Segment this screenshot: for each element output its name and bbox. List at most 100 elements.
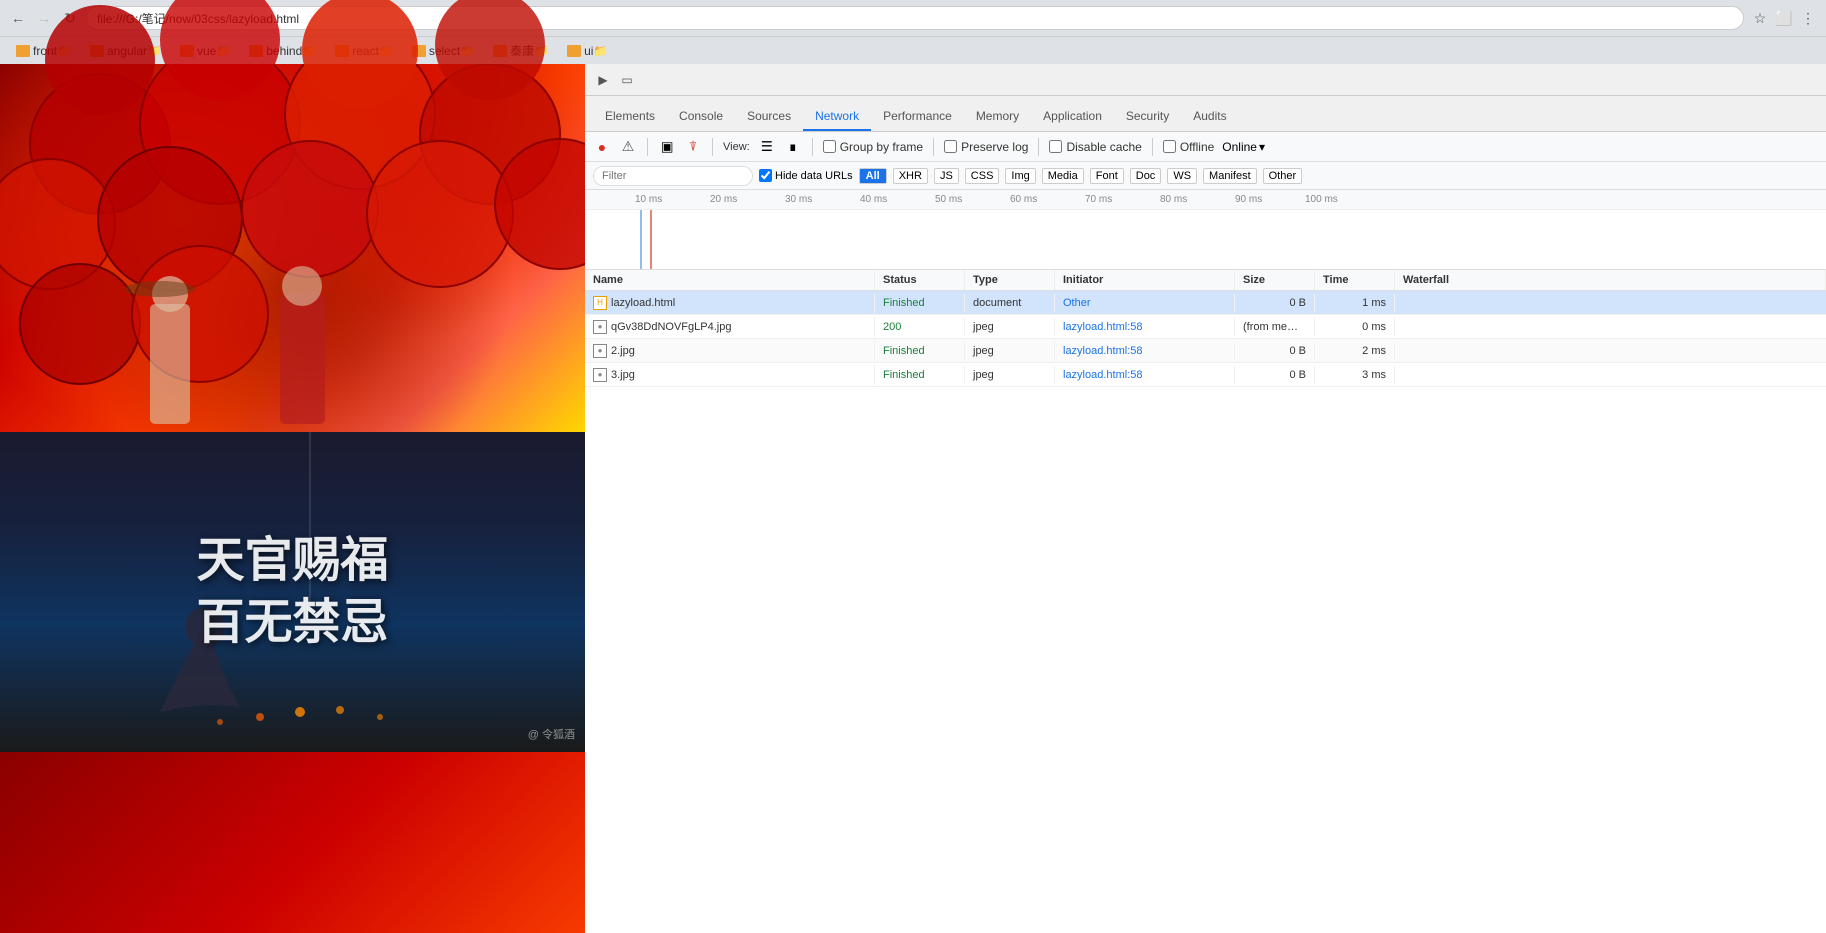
toolbar-separator-5 [1038,138,1039,156]
filter-img-button[interactable]: Img [1005,168,1035,184]
network-table: Name Status Type Initiator Size Time Wat… [585,270,1826,933]
filter-media-button[interactable]: Media [1042,168,1084,184]
th-type[interactable]: Type [965,270,1055,290]
tick-30ms: 30 ms [785,194,812,205]
tick-10ms: 10 ms [635,194,662,205]
tab-application[interactable]: Application [1031,103,1114,131]
filter-xhr-button[interactable]: XHR [893,168,928,184]
filename-4: 3.jpg [611,369,635,381]
td-initiator-1: Other [1055,294,1235,312]
devtools-panel: ▶ ▭ Elements Console Sources Network Per… [585,64,1826,933]
view-list-button[interactable]: ☰ [758,138,776,156]
capture-screenshot-button[interactable]: ▣ [658,138,676,156]
tab-sources[interactable]: Sources [735,103,803,131]
timeline-ruler: 10 ms 20 ms 30 ms 40 ms 50 ms 60 ms 70 m… [585,190,1826,210]
td-type-1: document [965,294,1055,312]
group-by-frame-checkbox[interactable]: Group by frame [823,140,923,154]
online-dropdown[interactable]: Online ▾ [1222,140,1265,154]
filter-doc-button[interactable]: Doc [1130,168,1162,184]
tick-60ms: 60 ms [1010,194,1037,205]
table-row[interactable]: ● 3.jpg Finished jpeg lazyload.html:58 0… [585,363,1826,387]
td-initiator-3[interactable]: lazyload.html:58 [1055,342,1235,360]
td-status-1: Finished [875,294,965,312]
td-size-2: (from memo... [1235,318,1315,336]
tab-security[interactable]: Security [1114,103,1181,131]
filter-ws-button[interactable]: WS [1167,168,1197,184]
settings-icon[interactable]: ⋮ [1798,8,1818,28]
filter-toggle-button[interactable]: ⍒ [684,138,702,156]
th-size[interactable]: Size [1235,270,1315,290]
tab-performance[interactable]: Performance [871,103,964,131]
table-row[interactable]: ● qGv38DdNOVFgLP4.jpg 200 jpeg lazyload.… [585,315,1826,339]
td-filename-2: ● qGv38DdNOVFgLP4.jpg [585,317,875,337]
toolbar-separator-1 [647,138,648,156]
toolbar-separator-4 [933,138,934,156]
tab-memory[interactable]: Memory [964,103,1031,131]
tick-100ms: 100 ms [1305,194,1338,205]
network-toolbar: ● ⚠ ▣ ⍒ View: ☰ ∎ Group by frame Preserv… [585,132,1826,162]
bookmark-star-icon[interactable]: ☆ [1750,8,1770,28]
td-type-2: jpeg [965,318,1055,336]
filter-other-button[interactable]: Other [1263,168,1303,184]
tick-90ms: 90 ms [1235,194,1262,205]
timeline-marker-2 [650,210,652,269]
tab-console[interactable]: Console [667,103,735,131]
hide-data-urls-checkbox[interactable]: Hide data URLs [759,169,853,182]
toolbar-separator-6 [1152,138,1153,156]
webpage-panel: 天官赐福 百无禁忌 @ 令狐酒 [0,64,585,933]
td-initiator-4[interactable]: lazyload.html:58 [1055,366,1235,384]
timeline-area[interactable]: 10 ms 20 ms 30 ms 40 ms 50 ms 60 ms 70 m… [585,190,1826,270]
record-button[interactable]: ● [593,138,611,156]
device-toggle-icon[interactable]: ▭ [617,70,637,90]
filter-input[interactable] [593,166,753,186]
td-time-1: 1 ms [1315,294,1395,312]
td-filename-4: ● 3.jpg [585,365,875,385]
file-icon-img: ● [593,344,607,358]
td-time-2: 0 ms [1315,318,1395,336]
th-initiator[interactable]: Initiator [1055,270,1235,290]
filename-2: qGv38DdNOVFgLP4.jpg [611,321,731,333]
td-filename-3: ● 2.jpg [585,341,875,361]
th-waterfall[interactable]: Waterfall [1395,270,1826,290]
devtools-tabs: Elements Console Sources Network Perform… [585,96,1826,132]
filter-font-button[interactable]: Font [1090,168,1124,184]
tab-elements[interactable]: Elements [593,103,667,131]
inspect-element-icon[interactable]: ▶ [593,70,613,90]
offline-checkbox[interactable]: Offline [1163,140,1214,154]
chevron-down-icon: ▾ [1259,140,1265,154]
disable-cache-checkbox[interactable]: Disable cache [1049,140,1141,154]
clear-button[interactable]: ⚠ [619,138,637,156]
th-name[interactable]: Name [585,270,875,290]
th-status[interactable]: Status [875,270,965,290]
td-initiator-2[interactable]: lazyload.html:58 [1055,318,1235,336]
watermark: @ 令狐酒 [528,726,575,742]
tab-audits[interactable]: Audits [1181,103,1238,131]
view-grid-button[interactable]: ∎ [784,138,802,156]
view-label: View: [723,141,750,153]
tick-20ms: 20 ms [710,194,737,205]
file-icon-img: ● [593,320,607,334]
timeline-marker-1 [640,210,642,269]
tick-50ms: 50 ms [935,194,962,205]
tick-70ms: 70 ms [1085,194,1112,205]
filename-3: 2.jpg [611,345,635,357]
browser-toolbar-icons: ☆ ⬜ ⋮ [1750,8,1818,28]
dark-chinese-image: 天官赐福 百无禁忌 @ 令狐酒 [0,432,585,752]
table-header: Name Status Type Initiator Size Time Wat… [585,270,1826,291]
th-time[interactable]: Time [1315,270,1395,290]
filter-manifest-button[interactable]: Manifest [1203,168,1257,184]
td-status-2: 200 [875,318,965,336]
chinese-text: 天官赐福 百无禁忌 [196,530,388,655]
td-size-3: 0 B [1235,342,1315,360]
tab-network[interactable]: Network [803,103,871,131]
td-type-4: jpeg [965,366,1055,384]
filter-css-button[interactable]: CSS [965,168,1000,184]
extensions-icon[interactable]: ⬜ [1774,8,1794,28]
preserve-log-checkbox[interactable]: Preserve log [944,140,1028,154]
td-size-4: 0 B [1235,366,1315,384]
tick-40ms: 40 ms [860,194,887,205]
table-row[interactable]: ● 2.jpg Finished jpeg lazyload.html:58 0… [585,339,1826,363]
table-row[interactable]: H lazyload.html Finished document Other … [585,291,1826,315]
filter-js-button[interactable]: JS [934,168,959,184]
filter-all-button[interactable]: All [859,168,887,184]
